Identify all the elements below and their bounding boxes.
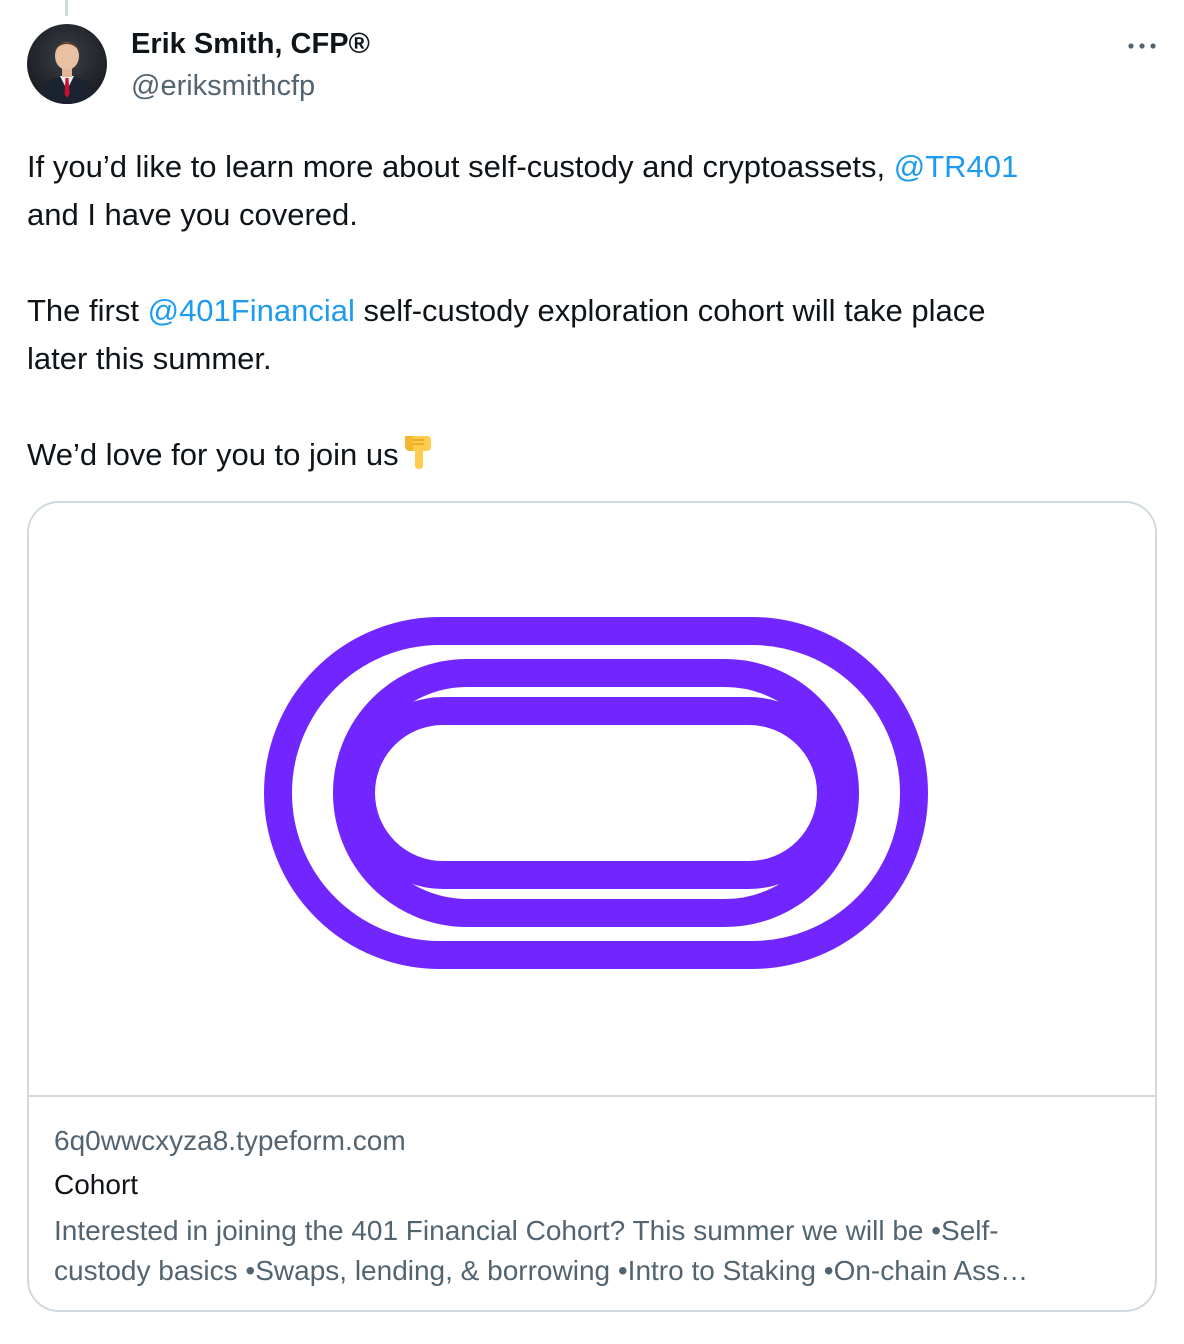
link-preview-card[interactable]: 6q0wwcxyza8.typeform.com Cohort Interest…	[27, 501, 1157, 1312]
card-description-line: Interested in joining the 401 Financial …	[54, 1215, 999, 1246]
more-options-button[interactable]	[1120, 28, 1164, 64]
tweet-line: and I have you covered.	[27, 191, 1167, 239]
tweet-text-segment: and I have you covered.	[27, 197, 358, 232]
tweet-text: If you’d like to learn more about self-c…	[27, 143, 1167, 479]
tweet-text-segment: self-custody exploration cohort will tak…	[354, 293, 986, 328]
tweet-text-segment: We’d love for you to join us	[27, 437, 399, 472]
pointing-down-hand-icon	[401, 433, 435, 485]
more-horizontal-icon	[1128, 43, 1156, 49]
cohort-logo-icon	[264, 617, 928, 969]
card-domain: 6q0wwcxyza8.typeform.com	[54, 1125, 406, 1156]
tweet-line: The first @401Financial self-custody exp…	[27, 287, 1167, 335]
card-divider	[29, 1095, 1155, 1097]
card-description-line: custody basics •Swaps, lending, & borrow…	[54, 1255, 1029, 1286]
mention-link-tr401[interactable]: @TR401	[894, 149, 1019, 184]
tweet-line: later this summer.	[27, 335, 1167, 383]
mention-link-401financial[interactable]: @401Financial	[148, 293, 355, 328]
tweet-text-segment: The first	[27, 293, 148, 328]
thread-connector-line	[65, 0, 68, 16]
tweet-line: If you’d like to learn more about self-c…	[27, 143, 1167, 191]
card-title: Cohort	[54, 1169, 139, 1200]
tweet-text-segment: If you’d like to learn more about self-c…	[27, 149, 894, 184]
tweet-line: We’d love for you to join us	[27, 431, 1167, 479]
author-name[interactable]: Erik Smith, CFP®	[131, 26, 370, 62]
card-description: Interested in joining the 401 Financial …	[54, 1211, 1129, 1291]
tweet-text-segment: later this summer.	[27, 341, 272, 376]
avatar[interactable]	[27, 24, 107, 104]
card-image	[29, 503, 1155, 1095]
author-handle[interactable]: @eriksmithcfp	[131, 68, 315, 104]
